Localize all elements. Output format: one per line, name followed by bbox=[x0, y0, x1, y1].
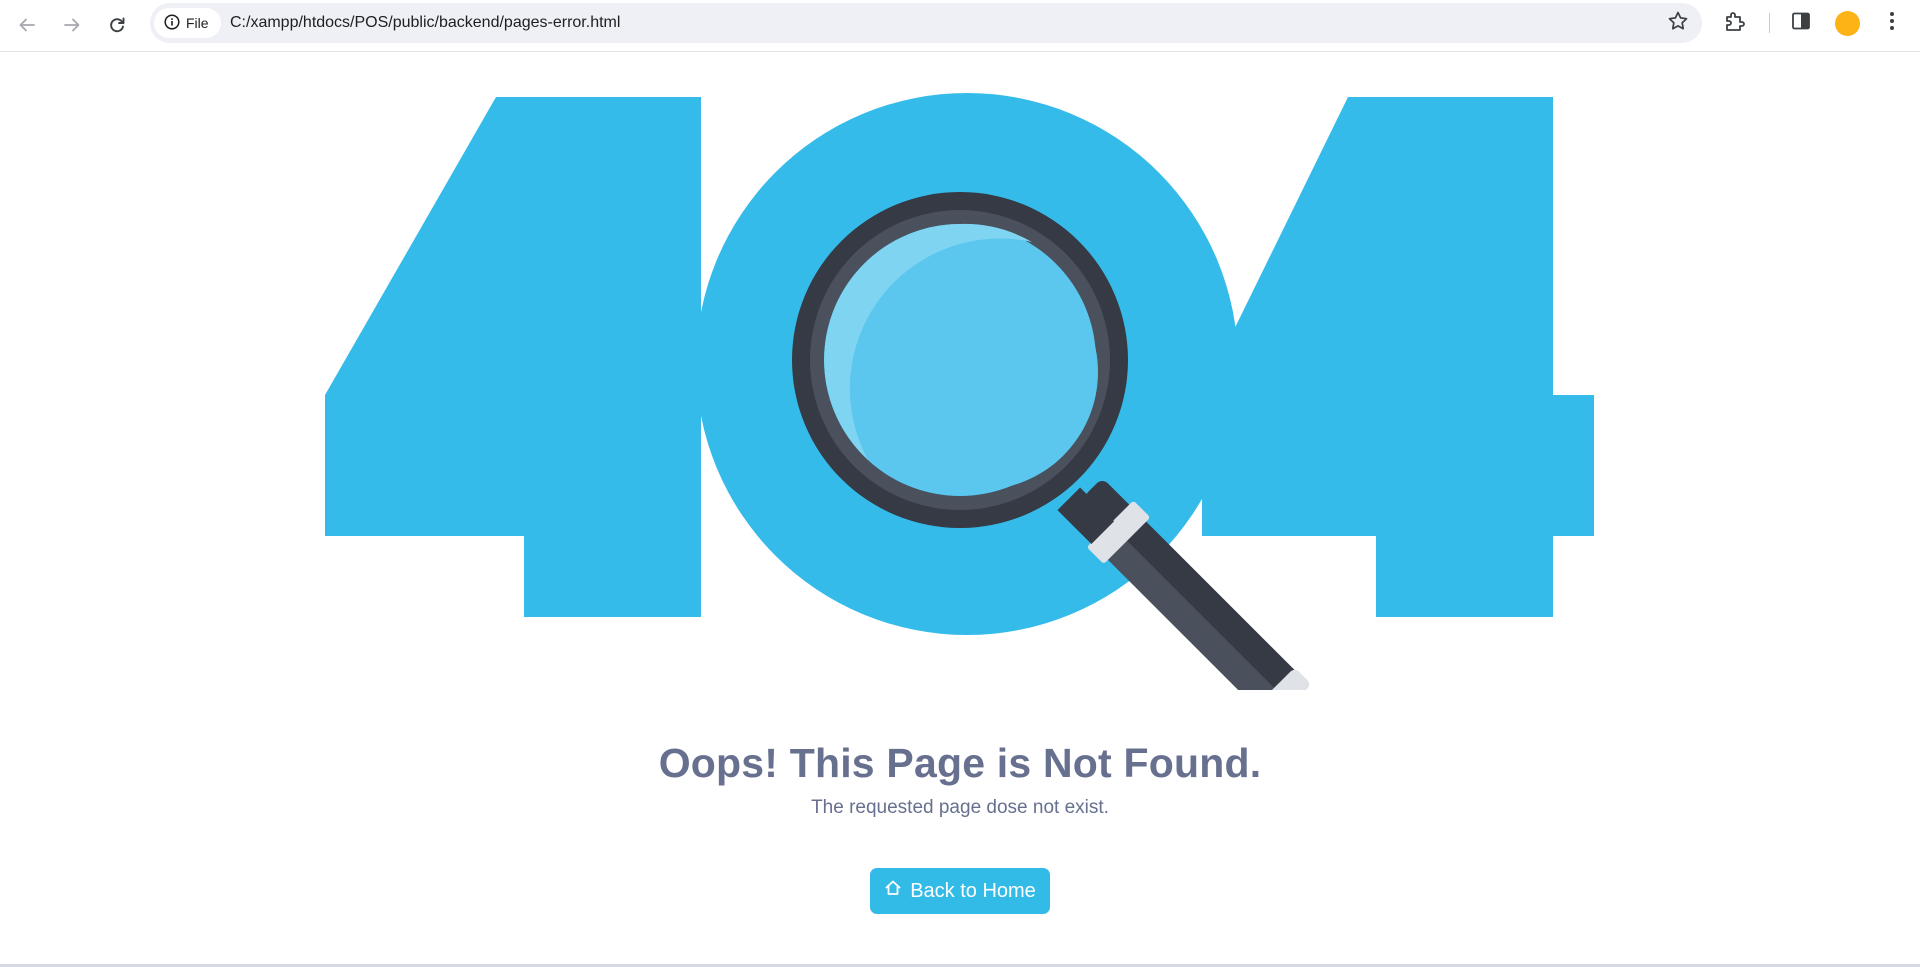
reload-button[interactable] bbox=[99, 7, 135, 43]
back-to-home-button[interactable]: Back to Home bbox=[870, 868, 1050, 914]
home-icon bbox=[884, 879, 902, 903]
browser-toolbar: File C:/xampp/htdocs/POS/public/backend/… bbox=[0, 0, 1920, 52]
back-button[interactable] bbox=[9, 7, 45, 43]
toolbar-divider bbox=[1769, 13, 1770, 33]
forward-button[interactable] bbox=[54, 7, 90, 43]
star-icon bbox=[1667, 10, 1689, 37]
extensions-button[interactable] bbox=[1722, 10, 1748, 36]
address-bar[interactable]: File C:/xampp/htdocs/POS/public/backend/… bbox=[150, 3, 1702, 43]
error-heading: Oops! This Page is Not Found. bbox=[658, 740, 1262, 786]
side-panel-button[interactable] bbox=[1788, 10, 1814, 36]
digit-four-right bbox=[1202, 97, 1594, 617]
bookmark-star-button[interactable] bbox=[1666, 11, 1690, 35]
kebab-menu-icon bbox=[1889, 11, 1895, 36]
site-info-chip[interactable]: File bbox=[154, 8, 221, 38]
digit-four-left bbox=[325, 97, 701, 617]
puzzle-icon bbox=[1723, 9, 1747, 38]
site-info-label: File bbox=[186, 15, 209, 31]
reload-icon bbox=[107, 15, 127, 35]
error-description: The requested page dose not exist. bbox=[811, 797, 1109, 818]
error-404-illustration bbox=[325, 93, 1594, 690]
back-to-home-label: Back to Home bbox=[910, 879, 1036, 902]
url-text[interactable]: C:/xampp/htdocs/POS/public/backend/pages… bbox=[230, 3, 620, 43]
arrow-right-icon bbox=[62, 15, 82, 35]
info-icon bbox=[164, 13, 180, 33]
profile-avatar[interactable] bbox=[1835, 11, 1860, 36]
arrow-left-icon bbox=[17, 15, 37, 35]
browser-menu-button[interactable] bbox=[1879, 10, 1905, 36]
side-panel-icon bbox=[1790, 10, 1812, 37]
